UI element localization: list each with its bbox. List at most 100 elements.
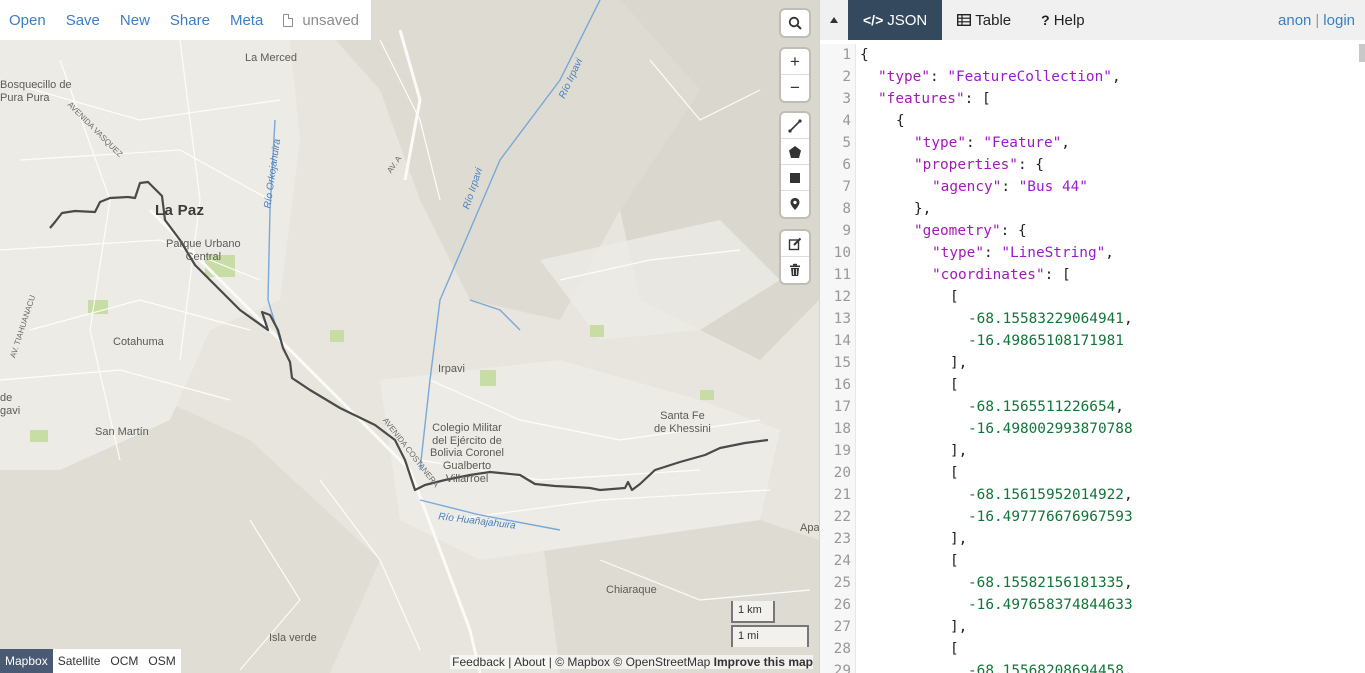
line-number: 25: [833, 575, 851, 591]
meta-button[interactable]: Meta: [230, 12, 263, 29]
zoom-out-button[interactable]: −: [781, 75, 809, 101]
line-code: -68.15615952014922,: [968, 487, 1133, 503]
line-number: 26: [833, 597, 851, 613]
line-code: "type": "Feature",: [914, 135, 1070, 151]
layer-osm[interactable]: OSM: [143, 649, 180, 673]
tab-help[interactable]: ? Help: [1026, 0, 1099, 40]
map-label-parque-urbano: Parque Urbano Central: [166, 238, 241, 263]
delete-layers-button[interactable]: [781, 257, 809, 283]
file-status-text: unsaved: [302, 11, 360, 29]
line-code: {: [896, 113, 905, 129]
anon-link[interactable]: anon: [1278, 12, 1311, 29]
line-number: 29: [833, 663, 851, 673]
line-code: "type": "LineString",: [932, 245, 1114, 261]
file-icon: [283, 13, 294, 27]
edit-icon: [788, 237, 802, 250]
line-number: 2: [842, 69, 851, 85]
tab-help-label: Help: [1053, 11, 1085, 29]
map-label-apa: Apa: [800, 522, 819, 534]
layer-ocm[interactable]: OCM: [105, 649, 143, 673]
line-number: 5: [842, 135, 851, 151]
line-code: "agency": "Bus 44": [932, 179, 1088, 195]
improve-map-link[interactable]: Improve this map: [714, 655, 813, 669]
line-code: "coordinates": [: [932, 267, 1071, 283]
osm-link[interactable]: © OpenStreetMap: [613, 655, 710, 669]
line-number: 18: [833, 421, 851, 437]
auth-separator: |: [1315, 11, 1320, 29]
line-code: -68.1565511226654,: [968, 399, 1124, 415]
mapbox-link[interactable]: © Mapbox: [555, 655, 610, 669]
scale-mi: 1 mi: [731, 625, 809, 647]
draw-polygon-icon: [789, 145, 801, 158]
tab-table-label: Table: [975, 11, 1012, 29]
code-icon: </>: [863, 12, 884, 28]
line-code: "type": "FeatureCollection",: [878, 69, 1121, 85]
tab-json[interactable]: </> JSON: [848, 0, 943, 40]
line-number: 10: [833, 245, 851, 261]
line-number: 17: [833, 399, 851, 415]
new-button[interactable]: New: [120, 12, 150, 29]
map-label-cotahuma: Cotahuma: [113, 336, 164, 348]
map-label-santa-fe: Santa Fe de Khessini: [654, 410, 711, 435]
map-label-chiaraque: Chiaraque: [606, 584, 657, 596]
line-number: 14: [833, 333, 851, 349]
feedback-link[interactable]: Feedback: [452, 655, 505, 669]
editor-pane: </> JSON Table ? Help anon | login 1 {2 "t…: [819, 0, 1365, 673]
editor-scrollbar[interactable]: [1359, 44, 1365, 62]
draw-rectangle-icon: [790, 172, 800, 183]
map-label-colegio-militar: Colegio Militar del Ejército de Bolivia …: [430, 422, 504, 485]
zoom-in-button[interactable]: +: [781, 49, 809, 75]
line-code: [: [950, 377, 959, 393]
tab-table[interactable]: Table: [942, 0, 1026, 40]
pane-toolbar: </> JSON Table ? Help anon | login: [820, 0, 1365, 40]
line-code: {: [860, 47, 869, 63]
draw-line-button[interactable]: [781, 113, 809, 139]
line-code: },: [914, 201, 932, 217]
search-button[interactable]: [781, 10, 809, 36]
open-button[interactable]: Open: [9, 12, 46, 29]
line-code: [: [950, 289, 959, 305]
line-code: -16.49865108171981: [968, 333, 1124, 349]
layer-mapbox[interactable]: Mapbox: [0, 649, 53, 673]
line-number: 13: [833, 311, 851, 327]
line-number: 16: [833, 377, 851, 393]
login-link[interactable]: login: [1323, 12, 1355, 29]
map-label-de-gavi: de gavi: [0, 392, 21, 417]
collapse-pane-button[interactable]: [820, 0, 848, 40]
caret-up-icon: [830, 17, 838, 23]
draw-polygon-button[interactable]: [781, 139, 809, 165]
draw-rectangle-button[interactable]: [781, 165, 809, 191]
edit-layers-button[interactable]: [781, 231, 809, 257]
draw-line-icon: [788, 118, 802, 133]
draw-marker-button[interactable]: [781, 191, 809, 217]
line-code: -68.15568208694458,: [968, 663, 1133, 673]
line-code: -68.15583229064941,: [968, 311, 1133, 327]
map-label-la-merced: La Merced: [245, 52, 297, 64]
share-button[interactable]: Share: [170, 12, 210, 29]
line-code: "properties": {: [914, 157, 1044, 173]
line-number: 15: [833, 355, 851, 371]
line-number: 8: [842, 201, 851, 217]
line-number: 22: [833, 509, 851, 525]
delete-icon: [790, 263, 800, 276]
map-label-san-martin: San Martín: [95, 426, 149, 438]
question-icon: ?: [1041, 12, 1050, 28]
about-link[interactable]: About: [514, 655, 545, 669]
map-label-irpavi: Irpavi: [438, 363, 465, 375]
map-label-bosquecillo: Bosquecillo de Pura Pura: [0, 79, 72, 104]
map-label-la-paz: La Paz: [155, 202, 205, 219]
map-view[interactable]: Bosquecillo de Pura Pura La Merced AVENI…: [0, 0, 819, 673]
file-bar: Open Save New Share Meta unsaved: [0, 0, 371, 40]
scale-km: 1 km: [731, 601, 775, 623]
line-code: -68.15582156181335,: [968, 575, 1133, 591]
line-code: -16.497776676967593: [968, 509, 1133, 525]
line-number: 19: [833, 443, 851, 459]
layer-satellite[interactable]: Satellite: [53, 649, 106, 673]
line-number: 21: [833, 487, 851, 503]
line-number: 4: [842, 113, 851, 129]
save-button[interactable]: Save: [66, 12, 100, 29]
map-attribution: Feedback | About | © Mapbox © OpenStreet…: [450, 655, 813, 669]
line-code: ],: [950, 443, 968, 459]
line-number: 12: [833, 289, 851, 305]
json-editor[interactable]: 1 {2 "type": "FeatureCollection", 3 "feature…: [820, 44, 1365, 673]
